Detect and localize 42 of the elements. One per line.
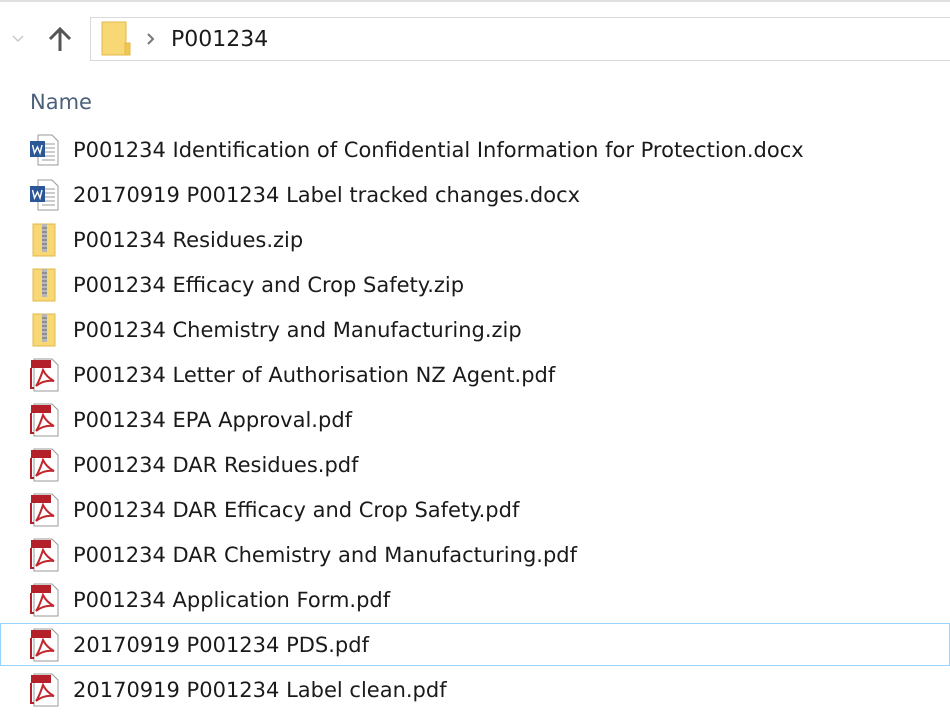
file-item[interactable]: 20170919 P001234 Label clean.pdf bbox=[0, 668, 950, 711]
file-item[interactable]: 20170919 P001234 PDS.pdf bbox=[0, 623, 950, 666]
pdf-document-icon bbox=[29, 492, 59, 526]
pdf-document-icon bbox=[29, 358, 59, 392]
word-document-icon bbox=[29, 134, 59, 166]
file-item[interactable]: P001234 Letter of Authorisation NZ Agent.pdf bbox=[0, 353, 950, 396]
file-name: P001234 Residues.zip bbox=[73, 228, 304, 252]
address-bar[interactable]: P001234 bbox=[90, 17, 950, 61]
pdf-document-icon bbox=[29, 628, 59, 662]
file-item[interactable]: P001234 Chemistry and Manufacturing.zip bbox=[0, 308, 950, 351]
chevron-right-icon[interactable] bbox=[147, 33, 155, 45]
file-name: P001234 Identification of Confidential Information for Protection.docx bbox=[73, 138, 804, 162]
breadcrumb-item[interactable]: P001234 bbox=[171, 26, 268, 52]
file-item[interactable]: 20170919 P001234 Label tracked changes.docx bbox=[0, 173, 950, 216]
file-name: 20170919 P001234 Label clean.pdf bbox=[73, 678, 447, 702]
up-arrow-icon[interactable] bbox=[48, 26, 72, 52]
file-name: P001234 Letter of Authorisation NZ Agent.pdf bbox=[73, 362, 556, 386]
folder-icon bbox=[101, 21, 131, 57]
file-item[interactable]: P001234 Application Form.pdf bbox=[0, 578, 950, 621]
pdf-document-icon bbox=[29, 582, 59, 616]
pdf-document-icon bbox=[29, 402, 59, 436]
file-item[interactable]: P001234 Efficacy and Crop Safety.zip bbox=[0, 263, 950, 306]
file-name: P001234 Efficacy and Crop Safety.zip bbox=[73, 272, 464, 296]
file-name: P001234 Chemistry and Manufacturing.zip bbox=[73, 318, 522, 342]
file-name: P001234 Application Form.pdf bbox=[73, 588, 390, 612]
file-name: P001234 DAR Efficacy and Crop Safety.pdf bbox=[73, 498, 520, 522]
file-item[interactable]: P001234 DAR Chemistry and Manufacturing.pdf bbox=[0, 533, 950, 576]
name-column-header[interactable]: Name bbox=[30, 90, 92, 114]
file-item[interactable]: P001234 Identification of Confidential Information for Protection.docx bbox=[0, 128, 950, 171]
file-name: P001234 DAR Residues.pdf bbox=[73, 452, 359, 476]
file-item[interactable]: P001234 Residues.zip bbox=[0, 218, 950, 261]
file-item[interactable]: P001234 EPA Approval.pdf bbox=[0, 398, 950, 441]
file-name: 20170919 P001234 PDS.pdf bbox=[73, 632, 369, 656]
file-name: P001234 EPA Approval.pdf bbox=[73, 408, 352, 432]
pdf-document-icon bbox=[29, 538, 59, 572]
file-name: P001234 DAR Chemistry and Manufacturing.pdf bbox=[73, 542, 578, 566]
pdf-document-icon bbox=[29, 448, 59, 482]
file-name: 20170919 P001234 Label tracked changes.docx bbox=[73, 182, 580, 206]
pdf-document-icon bbox=[29, 672, 59, 706]
file-item[interactable]: P001234 DAR Residues.pdf bbox=[0, 443, 950, 486]
word-document-icon bbox=[29, 178, 59, 210]
file-item[interactable]: P001234 DAR Efficacy and Crop Safety.pdf bbox=[0, 488, 950, 531]
